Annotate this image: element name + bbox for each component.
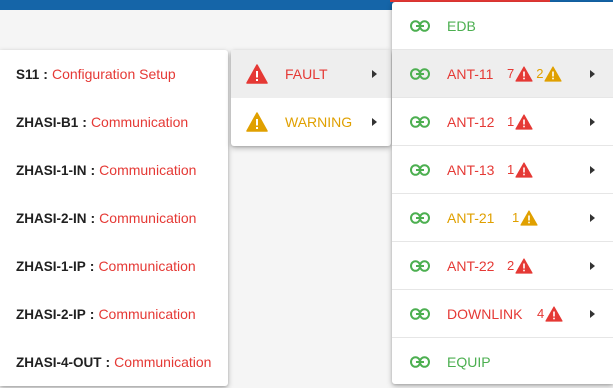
separator: : <box>82 114 87 130</box>
chevron-right-icon <box>590 69 595 78</box>
severity-item-fault[interactable]: FAULT <box>231 50 391 98</box>
separator: : <box>90 210 96 226</box>
alarm-counts: 2 <box>507 257 533 274</box>
warning-triangle-icon <box>520 209 538 226</box>
fault-count: 1 <box>507 114 515 129</box>
alarm-source-name: ZHASI-2-IP <box>16 306 86 322</box>
alarm-source-name: ZHASI-2-IN <box>16 210 87 226</box>
chevron-right-icon <box>372 118 377 126</box>
fault-triangle-icon <box>515 113 533 130</box>
node-item-edb[interactable]: EDB <box>392 2 613 50</box>
node-label: ANT-12 <box>447 113 495 130</box>
alarm-counts: 1 <box>507 161 533 178</box>
severity-item-warning[interactable]: WARNING <box>231 98 391 146</box>
node-label: ANT-13 <box>447 161 495 178</box>
severity-label: FAULT <box>285 66 328 82</box>
alarm-source-item[interactable]: ZHASI-2-IP : Communication <box>0 290 228 338</box>
chevron-right-icon <box>590 309 595 318</box>
severity-menu: FAULT WARNING <box>231 50 391 146</box>
separator: : <box>89 306 95 322</box>
alarm-description: Configuration Setup <box>51 66 176 82</box>
alarm-source-menu: S11 : Configuration Setup ZHASI-B1 : Com… <box>0 50 228 386</box>
fault-count: 7 <box>507 66 515 81</box>
alarm-description: Communication <box>99 162 197 178</box>
node-item-equip[interactable]: EQUIP <box>392 338 613 386</box>
node-label: ANT-11 <box>447 65 494 82</box>
alarm-counts: 4 <box>537 305 563 322</box>
link-icon <box>410 115 430 128</box>
alarm-counts: 1 <box>512 209 538 226</box>
alarm-description: Communication <box>90 114 189 130</box>
node-item-ant-12[interactable]: ANT-12 1 <box>392 98 613 146</box>
link-icon <box>410 67 430 80</box>
chevron-right-icon <box>590 261 595 270</box>
separator: : <box>43 66 48 82</box>
node-item-downlink[interactable]: DOWNLINK 4 <box>392 290 613 338</box>
alarm-description: Communication <box>98 306 196 322</box>
warning-count: 2 <box>536 66 544 81</box>
fault-count: 4 <box>537 306 545 321</box>
separator: : <box>90 162 96 178</box>
fault-triangle-icon <box>545 305 563 322</box>
fault-triangle-icon <box>515 65 533 82</box>
alarm-source-name: ZHASI-4-OUT <box>16 354 102 370</box>
alarm-source-name: ZHASI-1-IP <box>16 258 86 274</box>
node-label: DOWNLINK <box>447 305 523 322</box>
alarm-description: Communication <box>99 210 197 226</box>
link-icon <box>410 211 430 224</box>
alarm-description: Communication <box>98 258 196 274</box>
alarm-source-item[interactable]: ZHASI-2-IN : Communication <box>0 194 228 242</box>
fault-count: 2 <box>507 258 515 273</box>
node-item-ant-21[interactable]: ANT-21 1 <box>392 194 613 242</box>
fault-triangle-icon <box>515 257 533 274</box>
alarm-source-item[interactable]: ZHASI-B1 : Communication <box>0 98 228 146</box>
fault-count: 1 <box>507 162 515 177</box>
link-icon <box>410 19 430 32</box>
alarm-source-name: ZHASI-B1 <box>16 114 79 130</box>
chevron-right-icon <box>372 70 377 78</box>
alarm-source-item[interactable]: ZHASI-1-IP : Communication <box>0 242 228 290</box>
fault-triangle-icon <box>246 64 268 84</box>
node-item-ant-22[interactable]: ANT-22 2 <box>392 242 613 290</box>
fault-triangle-icon <box>515 161 533 178</box>
alarm-counts: 7 2 <box>507 65 563 82</box>
separator: : <box>105 354 111 370</box>
alarm-counts: 1 <box>507 113 533 130</box>
link-icon <box>410 163 430 176</box>
node-label: ANT-21 <box>447 209 495 226</box>
warning-count: 1 <box>512 210 520 225</box>
severity-label: WARNING <box>285 114 353 130</box>
alarm-source-item[interactable]: ZHASI-4-OUT : Communication <box>0 338 228 386</box>
link-icon <box>410 356 430 368</box>
warning-triangle-icon <box>246 112 268 132</box>
alarm-source-item[interactable]: S11 : Configuration Setup <box>0 50 228 98</box>
alarm-source-name: S11 <box>16 66 40 82</box>
chevron-right-icon <box>590 213 595 222</box>
node-item-ant-11[interactable]: ANT-11 7 2 <box>392 50 613 98</box>
link-icon <box>410 307 430 320</box>
link-icon <box>410 259 430 272</box>
node-menu: EDB ANT-11 7 2 ANT-12 1 ANT-13 1 ANT-21 … <box>392 2 613 384</box>
node-label: EDB <box>447 17 476 34</box>
chevron-right-icon <box>590 165 595 174</box>
alarm-source-item[interactable]: ZHASI-1-IN : Communication <box>0 146 228 194</box>
chevron-right-icon <box>590 117 595 126</box>
alarm-description: Communication <box>114 354 212 370</box>
node-item-ant-13[interactable]: ANT-13 1 <box>392 146 613 194</box>
node-label: EQUIP <box>447 354 491 370</box>
alarm-source-name: ZHASI-1-IN <box>16 162 87 178</box>
separator: : <box>89 258 95 274</box>
node-label: ANT-22 <box>447 257 495 274</box>
warning-triangle-icon <box>544 65 563 82</box>
